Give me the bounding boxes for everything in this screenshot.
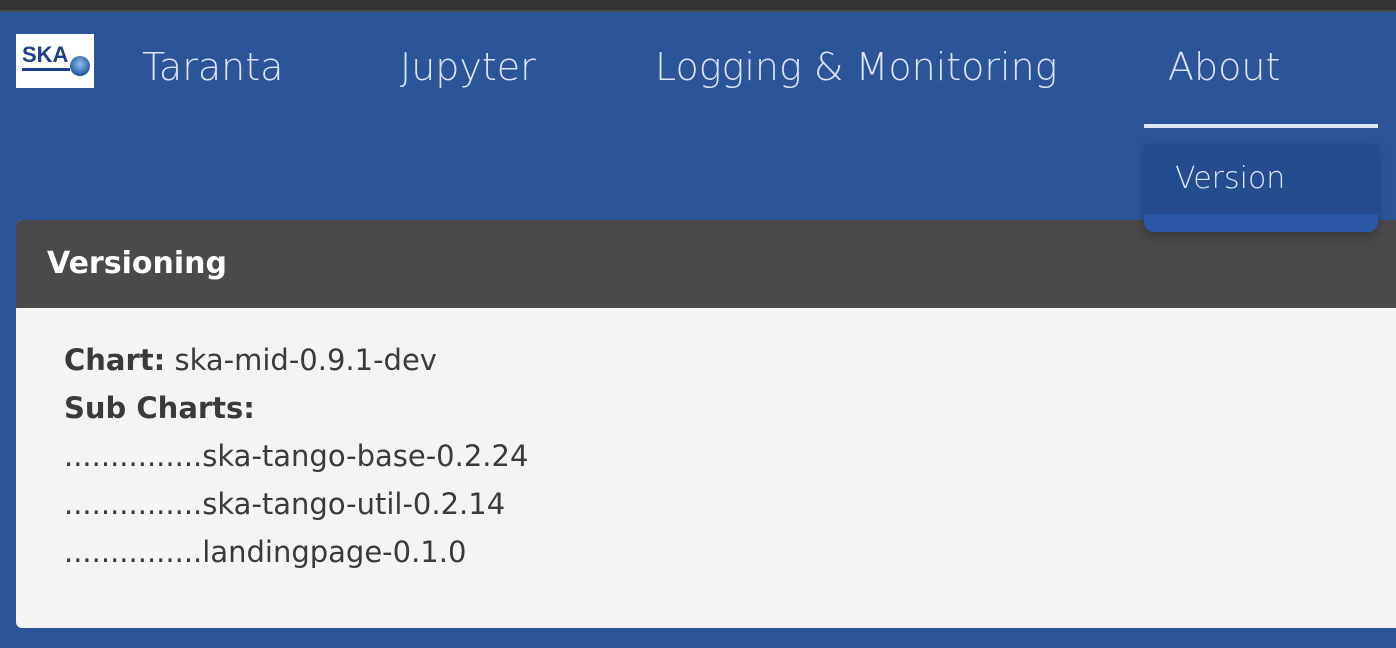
subchart-item: ...............ska-tango-base-0.2.24 (64, 439, 529, 473)
window-top-strip (0, 0, 1396, 12)
nav-about-active-indicator (1144, 124, 1378, 128)
card-body: Chart: ska-mid-0.9.1-dev Sub Charts: ...… (16, 308, 1396, 580)
chart-line: Chart: ska-mid-0.9.1-dev (64, 340, 1396, 388)
nav-jupyter[interactable]: Jupyter (400, 42, 536, 92)
dropdown-item-version[interactable]: Version (1144, 144, 1378, 214)
chart-value: ska-mid-0.9.1-dev (174, 343, 437, 377)
subchart-item: ...............landingpage-0.1.0 (64, 535, 467, 569)
nav-logging-monitoring[interactable]: Logging & Monitoring (655, 42, 1058, 92)
subchart-item: ...............ska-tango-util-0.2.14 (64, 487, 506, 521)
versioning-card: Versioning Chart: ska-mid-0.9.1-dev Sub … (16, 220, 1396, 628)
chart-label: Chart: (64, 343, 166, 377)
card-title: Versioning (16, 220, 1396, 308)
svg-text:SKA: SKA (22, 42, 69, 67)
ska-logo[interactable]: SKA (16, 34, 94, 88)
nav-about[interactable]: About (1168, 42, 1280, 92)
nav-taranta[interactable]: Taranta (142, 42, 283, 92)
ska-logo-icon: SKA (22, 42, 90, 76)
subcharts-label: Sub Charts: (64, 391, 255, 425)
about-dropdown-menu: Version (1144, 144, 1378, 232)
